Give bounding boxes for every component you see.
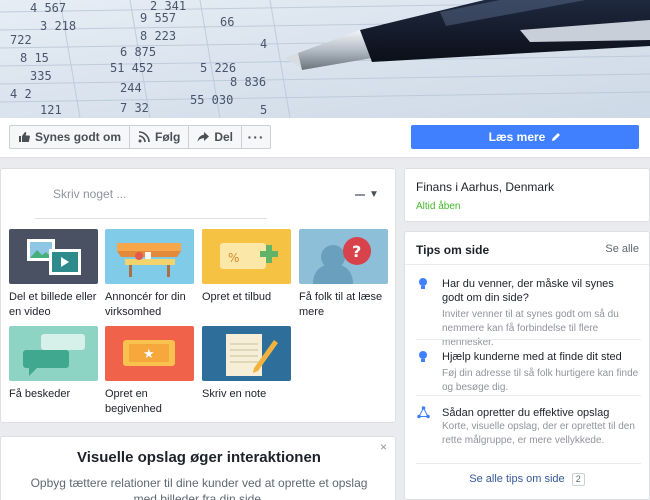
svg-text:9 557: 9 557 [140,11,176,25]
pencil-icon [551,132,561,142]
svg-text:335: 335 [30,69,52,83]
chat-bubbles-icon [9,326,98,381]
svg-text:?: ? [352,242,361,261]
learn-more-button[interactable]: Læs mere [411,125,639,149]
tip-body: Inviter venner til at synes godt om så d… [442,309,619,348]
tip-title: Har du venner, der måske vil synes godt … [442,278,614,304]
svg-text:7 32: 7 32 [120,101,149,115]
svg-text:8 15: 8 15 [20,51,49,65]
svg-text:5 226: 5 226 [200,61,236,75]
dash-icon [355,193,365,196]
divider [416,395,641,396]
tile-create-event[interactable]: ★ Opret en begivenhed [105,326,195,417]
tile-label: Opret et tilbud [202,291,272,303]
tile-label: Del et billede eller en video [9,291,97,318]
follow-label: Følg [155,130,181,144]
question-person-icon: ? [299,229,388,284]
tips-title: Tips om side [416,243,490,257]
share-label: Del [214,130,234,144]
like-label: Synes godt om [35,130,122,144]
page-action-bar: Synes godt om Følg Del ··· Læs mere [0,118,650,158]
share-nodes-icon [417,406,430,424]
see-all-tips-link[interactable]: Se alle tips om side 2 [405,473,649,486]
action-button-group: Synes godt om Følg Del ··· [9,125,272,149]
tile-create-offer[interactable]: % Opret et tilbud [202,229,292,305]
divider [416,339,641,340]
offer-coupon-icon: % [202,229,291,284]
see-all-link[interactable]: Se alle [605,243,639,255]
visual-posts-card: × Visuelle opslag øger interaktionen Opb… [0,436,396,500]
tile-write-note[interactable]: Skriv en note [202,326,292,402]
svg-text:★: ★ [143,347,155,362]
shop-stand-icon [105,229,194,284]
svg-text:121: 121 [40,103,62,117]
post-composer: Skriv noget ... ▼ Del et billede eller e… [0,168,396,423]
composer-input[interactable]: Skriv noget ... [53,187,126,201]
divider [416,463,641,464]
svg-text:4: 4 [260,37,267,51]
tile-label: Få beskeder [9,388,71,400]
tile-get-messages[interactable]: Få beskeder [9,326,99,402]
svg-text:66: 66 [220,15,234,29]
note-pencil-icon [202,326,291,381]
svg-text:244: 244 [120,81,142,95]
lightbulb-icon [417,350,429,369]
composer-options-dropdown[interactable]: ▼ [355,189,379,200]
see-all-tips-label: Se alle tips om side [469,473,565,485]
lightbulb-icon [417,277,429,296]
tip-body: Føj din adresse til så folk hurtigere ka… [442,368,639,393]
tile-photo-video[interactable]: Del et billede eller en video [9,229,99,320]
tile-label: Opret en begivenhed [105,388,162,415]
svg-text:51 452: 51 452 [110,61,153,75]
composer-divider [35,218,267,219]
more-options-button[interactable]: ··· [241,125,272,149]
divider [405,264,649,265]
cover-photo: 4 567 2 341 66 3 218 9 557 722 8 223 4 8 15 6 … [0,0,650,118]
svg-text:55 030: 55 030 [190,93,233,107]
tips-count-badge: 2 [571,473,585,486]
thumbs-up-icon [18,131,30,143]
tile-advertise[interactable]: Annoncér for din virksomhed [105,229,195,320]
location-name[interactable]: Finans i Aarhus, Denmark [416,180,554,194]
svg-text:4 2: 4 2 [10,87,32,101]
share-arrow-icon [197,131,210,143]
caret-down-icon: ▼ [369,189,379,200]
page-tips-panel: Tips om side Se alle Har du venner, der … [404,231,650,500]
tip-title: Hjælp kunderne med at finde dit sted [442,351,622,363]
tile-read-more[interactable]: ? Få folk til at læse mere [299,229,389,320]
photo-video-icon [9,229,98,284]
card-title: Visuelle opslag øger interaktionen [77,449,321,466]
like-page-button[interactable]: Synes godt om [9,125,131,149]
svg-text:4 567: 4 567 [30,1,66,15]
svg-text:3 218: 3 218 [40,19,76,33]
card-body: Opbyg tættere relationer til dine kunder… [30,476,368,500]
open-status: Altid åben [416,201,461,212]
svg-text:8 223: 8 223 [140,29,176,43]
tip-title: Sådan opretter du effektive opslag [442,407,610,419]
svg-text:5: 5 [260,103,267,117]
location-box: Finans i Aarhus, Denmark Altid åben [404,168,650,222]
share-button[interactable]: Del [188,125,243,149]
rss-icon [138,131,150,143]
svg-text:6 875: 6 875 [120,45,156,59]
follow-button[interactable]: Følg [129,125,190,149]
tile-label: Få folk til at læse mere [299,291,383,318]
tile-label: Annoncér for din virksomhed [105,291,186,318]
tile-label: Skriv en note [202,388,267,400]
svg-text:722: 722 [10,33,32,47]
event-ticket-icon: ★ [105,326,194,381]
svg-text:%: % [228,251,239,265]
svg-text:8 836: 8 836 [230,75,266,89]
learn-more-label: Læs mere [488,130,546,144]
tip-body: Korte, visuelle opslag, der er oprettet … [442,421,635,446]
